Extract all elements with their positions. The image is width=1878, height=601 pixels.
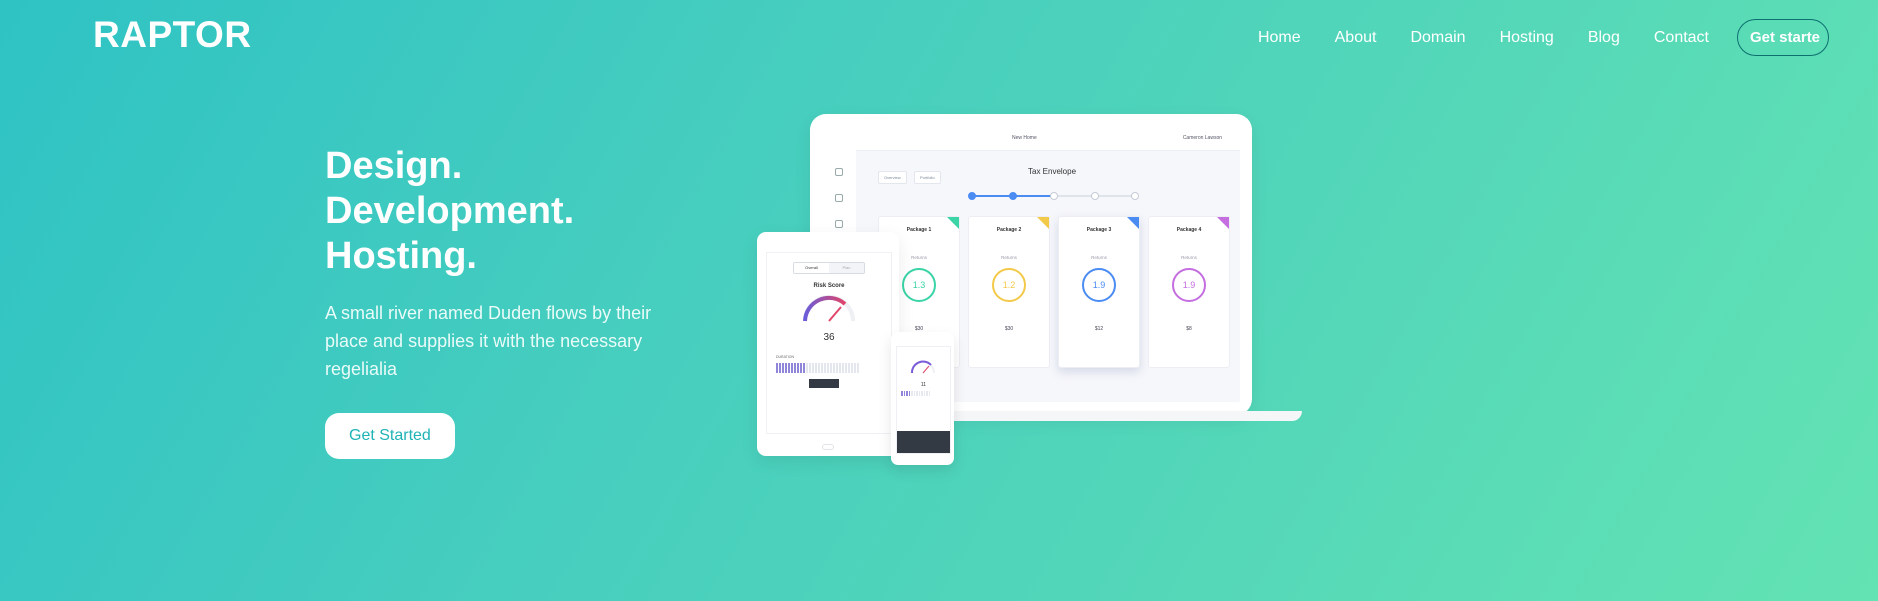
app-topbar: New Home Cameron Lawson [822,128,1240,151]
progress-stepper [968,192,1139,200]
hero-title: Design. Development. Hosting. [325,144,705,279]
phone-screen: 11 [896,346,951,454]
phone-footer-panel [897,431,950,453]
tablet-screen: Overall Plan Risk Score 36 DURATION [766,252,892,434]
package-card: Package 2 Returns 1.2 $30 [968,216,1050,368]
phone-score: 11 [920,382,927,388]
home-button-icon [822,444,834,450]
app-user-label: Cameron Lawson [1182,135,1222,141]
filter-chip: Overview [878,171,907,184]
tab-plan: Plan [829,263,864,273]
package-footer: $8 [1186,326,1192,332]
nav-contact[interactable]: Contact [1654,29,1709,47]
get-started-nav-button[interactable]: Get starte [1737,19,1829,56]
main-nav: Home About Domain Hosting Blog Contact G… [1224,19,1829,56]
package-footer: $30 [1004,326,1014,332]
duration-label: DURATION [776,355,795,359]
chart-icon [835,194,843,202]
package-value: 1.3 [902,268,936,302]
hero-title-line-1: Design. [325,145,463,187]
hero-description: A small river named Duden flows by their… [325,303,652,379]
hero-title-line-2: Development. [325,190,575,232]
gauge-icon [910,360,935,374]
nav-blog[interactable]: Blog [1588,29,1620,47]
nav-home[interactable]: Home [1258,29,1301,47]
tablet-tabs: Overall Plan [793,262,865,274]
app-title: Tax Envelope [1028,167,1077,176]
nav-about[interactable]: About [1335,29,1377,47]
returns-label: Returns [1001,255,1017,260]
package-value: 1.9 [1172,268,1206,302]
get-started-button[interactable]: Get Started [325,413,455,459]
phone-bars [901,391,950,396]
package-card: Package 3 Returns 1.9 $12 [1058,216,1140,368]
nav-domain[interactable]: Domain [1410,29,1465,47]
package-value: 1.9 [1082,268,1116,302]
gauge-icon [803,295,855,322]
tab-overall: Overall [794,263,829,273]
phone-mockup: 11 [891,332,954,465]
package-footer: $12 [1094,326,1104,332]
app-tab-label: New Home [1012,135,1037,141]
package-card: Package 4 Returns 1.9 $8 [1148,216,1230,368]
risk-score-value: 36 [823,332,835,343]
returns-label: Returns [1091,255,1107,260]
duration-bars [776,363,891,373]
nav-hosting[interactable]: Hosting [1500,29,1554,47]
duration-tooltip [809,379,839,388]
hero-section: Design. Development. Hosting. A small ri… [325,144,705,459]
tablet-mockup: Overall Plan Risk Score 36 DURATION [757,232,899,456]
hero-title-line-3: Hosting. [325,235,477,277]
returns-label: Returns [1181,255,1197,260]
link-icon [835,220,843,228]
brand-logo[interactable]: RAPTOR [93,14,252,56]
package-value: 1.2 [992,268,1026,302]
filter-chip: Portfolio [914,171,941,184]
device-mockup: New Home Cameron Lawson Overview Portfol… [757,112,1302,477]
home-icon [835,168,843,176]
